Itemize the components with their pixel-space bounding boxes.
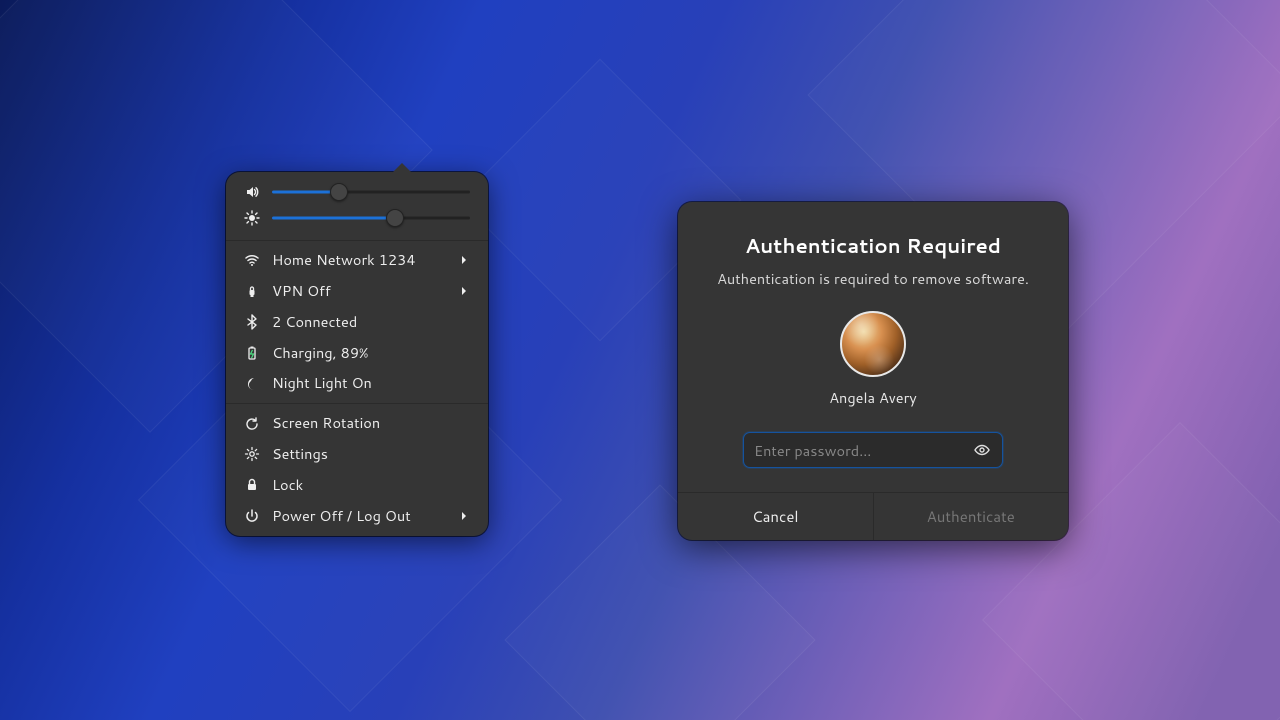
rotation-icon: [244, 416, 260, 432]
dialog-title: Authentication Required: [745, 232, 1001, 260]
wifi-menu-item[interactable]: Home Network 1234: [226, 245, 488, 276]
bluetooth-icon: [244, 314, 260, 330]
bluetooth-label: 2 Connected: [272, 313, 470, 332]
chevron-right-icon: [460, 255, 470, 265]
vpn-menu-item[interactable]: VPN Off: [226, 276, 488, 307]
settings-label: Settings: [272, 445, 470, 464]
separator: [226, 240, 488, 241]
settings-menu-item[interactable]: Settings: [226, 439, 488, 470]
power-icon: [244, 508, 260, 524]
dialog-actions: Cancel Authenticate: [678, 492, 1068, 540]
authenticate-button[interactable]: Authenticate: [873, 493, 1069, 540]
toggle-password-visibility-button[interactable]: [972, 440, 992, 460]
brightness-slider[interactable]: [272, 210, 470, 226]
vpn-icon: [244, 283, 260, 299]
lock-label: Lock: [272, 476, 470, 495]
power-menu-item[interactable]: Power Off / Log Out: [226, 501, 488, 532]
wifi-icon: [244, 252, 260, 268]
rotation-menu-item[interactable]: Screen Rotation: [226, 408, 488, 439]
avatar: [840, 311, 906, 377]
system-tray-popover: Home Network 1234 VPN Off 2 Connected Ch…: [226, 172, 488, 536]
rotation-label: Screen Rotation: [272, 414, 470, 433]
lock-icon: [244, 477, 260, 493]
authentication-dialog: Authentication Required Authentication i…: [678, 202, 1068, 540]
power-label: Power Off / Log Out: [272, 507, 448, 526]
vpn-label: VPN Off: [272, 282, 448, 301]
moon-icon: [244, 376, 260, 392]
bluetooth-menu-item[interactable]: 2 Connected: [226, 307, 488, 338]
battery-label: Charging, 89%: [272, 344, 470, 363]
wifi-label: Home Network 1234: [272, 251, 448, 270]
password-field-wrapper: [743, 432, 1003, 468]
nightlight-menu-item[interactable]: Night Light On: [226, 368, 488, 399]
desktop-wallpaper: [0, 0, 1280, 720]
brightness-row: [226, 206, 488, 236]
battery-menu-item[interactable]: Charging, 89%: [226, 338, 488, 369]
volume-icon: [244, 184, 260, 200]
chevron-right-icon: [460, 511, 470, 521]
chevron-right-icon: [460, 286, 470, 296]
separator: [226, 403, 488, 404]
brightness-icon: [244, 210, 260, 226]
nightlight-label: Night Light On: [272, 374, 470, 393]
dialog-subtitle: Authentication is required to remove sof…: [717, 268, 1029, 289]
cancel-button[interactable]: Cancel: [678, 493, 873, 540]
battery-icon: [244, 345, 260, 361]
volume-row: [226, 174, 488, 206]
lock-menu-item[interactable]: Lock: [226, 470, 488, 501]
dialog-body: Authentication Required Authentication i…: [678, 202, 1068, 492]
password-input[interactable]: [754, 440, 972, 461]
volume-slider[interactable]: [272, 184, 470, 200]
gear-icon: [244, 446, 260, 462]
user-name: Angela Avery: [829, 387, 917, 408]
